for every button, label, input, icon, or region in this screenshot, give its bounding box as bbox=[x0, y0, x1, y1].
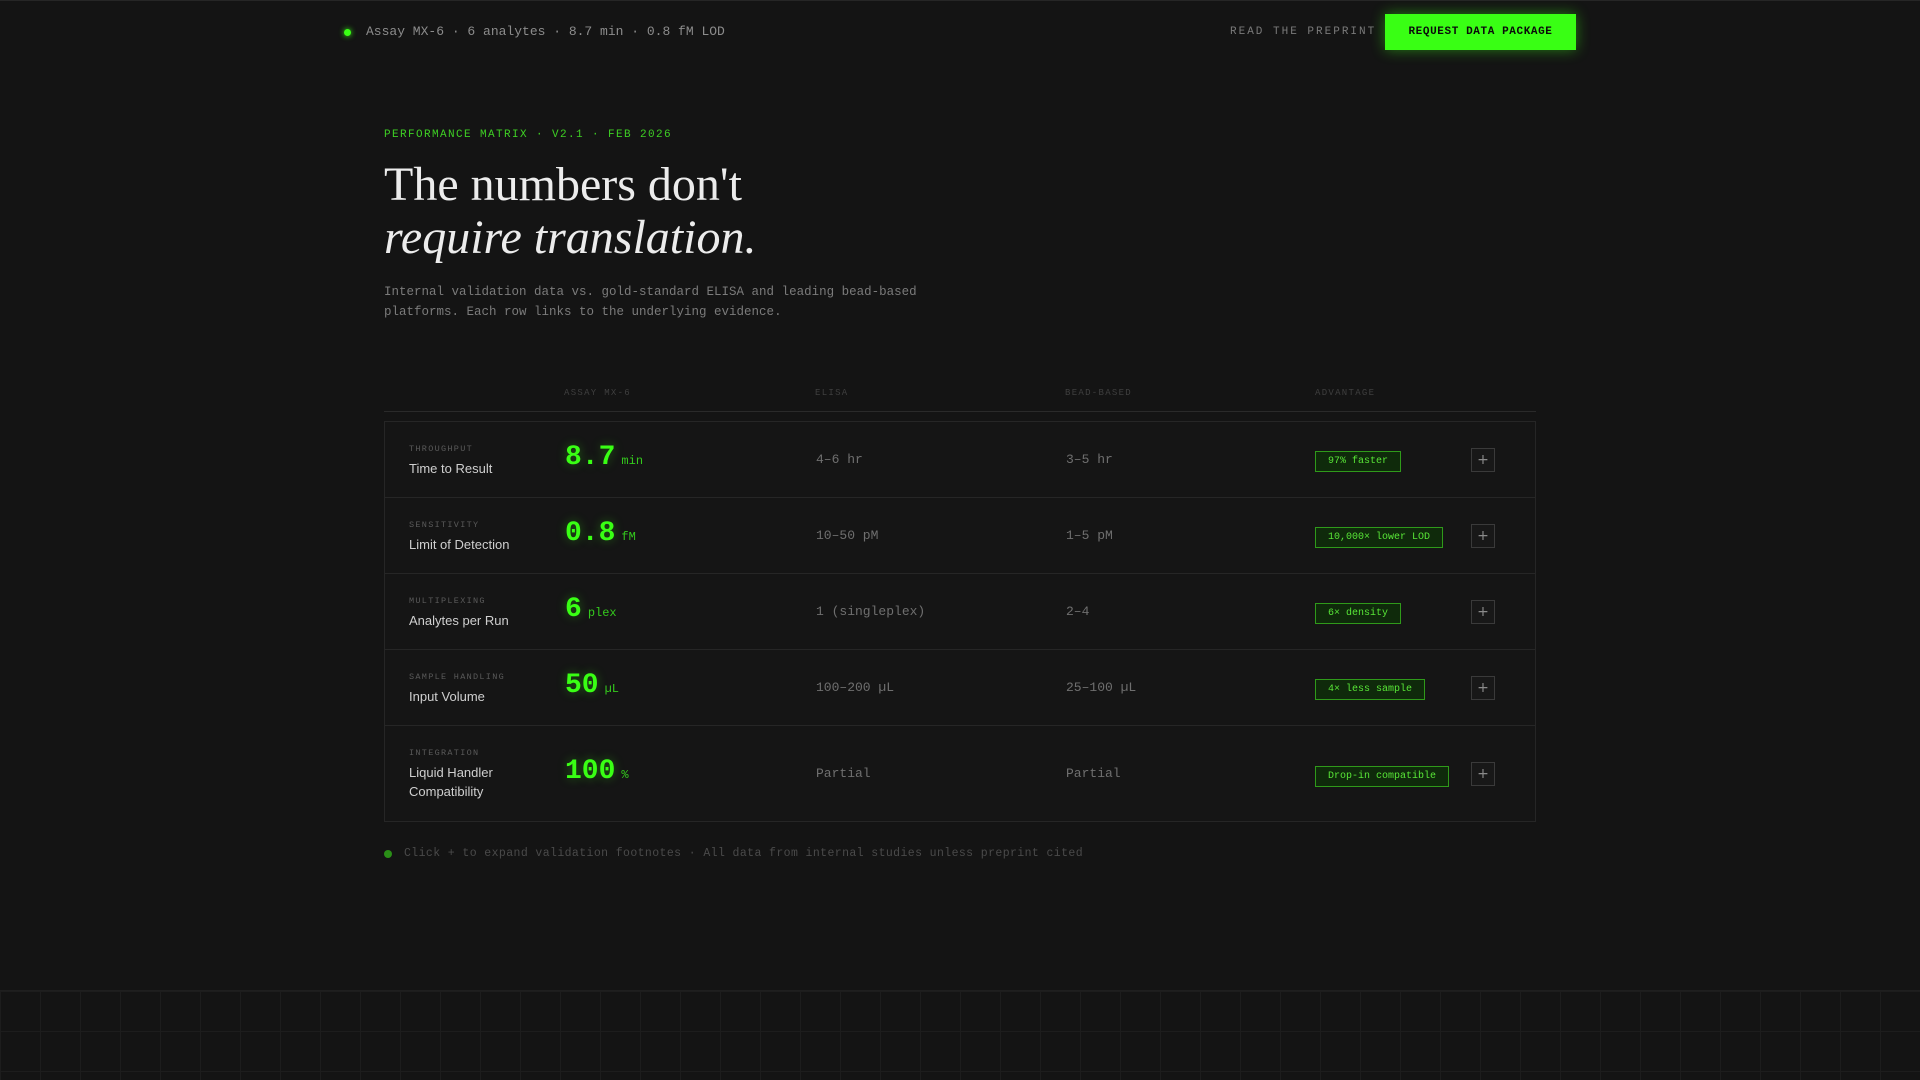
headline-line-2: require translation. bbox=[384, 211, 757, 264]
assay-value-number: 8.7 bbox=[565, 442, 616, 473]
headline-line-1: The numbers don't bbox=[384, 158, 742, 211]
elisa-value: 4–6 hr bbox=[816, 452, 863, 467]
assay-value-unit: plex bbox=[587, 606, 617, 620]
expand-row-button[interactable]: + bbox=[1471, 524, 1495, 548]
assay-value: 0.8 fM bbox=[565, 518, 636, 549]
bead-based-value: 1–5 pM bbox=[1066, 528, 1113, 543]
assay-value-number: 100 bbox=[565, 756, 616, 787]
hero-subcopy: Internal validation data vs. gold-standa… bbox=[384, 285, 917, 319]
column-header-assay: ASSAY MX-6 bbox=[564, 388, 632, 398]
advantage-badge: 10,000× lower LOD bbox=[1315, 527, 1444, 548]
assay-value-unit: min bbox=[621, 454, 644, 468]
column-header-advantage: ADVANTAGE bbox=[1315, 388, 1376, 398]
table-row: SENSITIVITY Limit of Detection 0.8 fM 10… bbox=[385, 498, 1535, 574]
decorative-grid bbox=[0, 990, 1920, 1080]
expand-row-button[interactable]: + bbox=[1471, 448, 1495, 472]
footnote-text: Click + to expand validation footnotes ·… bbox=[404, 847, 1084, 860]
table-row: MULTIPLEXING Analytes per Run 6 plex 1 (… bbox=[385, 574, 1535, 650]
table-footnote: Click + to expand validation footnotes ·… bbox=[384, 847, 1083, 860]
table-row: THROUGHPUT Time to Result 8.7 min 4–6 hr… bbox=[385, 422, 1535, 498]
bead-based-value: 25–100 µL bbox=[1066, 680, 1137, 695]
row-category: SAMPLE HANDLING bbox=[409, 672, 506, 682]
row-metric: Time to Result bbox=[409, 461, 493, 476]
assay-value-number: 6 bbox=[565, 594, 582, 625]
bead-based-value: 3–5 hr bbox=[1066, 452, 1113, 467]
elisa-value: Partial bbox=[816, 766, 871, 781]
row-metric: Input Volume bbox=[409, 689, 485, 704]
assay-value: 50 µL bbox=[565, 670, 619, 701]
expand-row-button[interactable]: + bbox=[1471, 676, 1495, 700]
row-category: THROUGHPUT bbox=[409, 444, 474, 454]
advantage-badge: 4× less sample bbox=[1315, 679, 1426, 700]
top-bar: Assay MX-6 · 6 analytes · 8.7 min · 0.8 … bbox=[0, 0, 1920, 62]
request-data-package-button[interactable]: REQUEST DATA PACKAGE bbox=[1385, 14, 1576, 50]
elisa-value: 1 (singleplex) bbox=[816, 604, 926, 619]
table-row: INTEGRATION Liquid Handler Compatibility… bbox=[385, 726, 1535, 821]
eyebrow-label: PERFORMANCE MATRIX · V2.1 · FEB 2026 bbox=[384, 129, 673, 141]
assay-value-unit: µL bbox=[604, 682, 620, 696]
row-metric: Limit of Detection bbox=[409, 537, 510, 552]
footnote-dot-icon bbox=[384, 849, 392, 858]
bead-based-value: 2–4 bbox=[1066, 604, 1090, 619]
performance-table: THROUGHPUT Time to Result 8.7 min 4–6 hr… bbox=[384, 421, 1536, 822]
row-category: MULTIPLEXING bbox=[409, 596, 486, 606]
assay-status-summary: Assay MX-6 · 6 analytes · 8.7 min · 0.8 … bbox=[366, 24, 725, 39]
assay-value: 6 plex bbox=[565, 594, 617, 625]
row-category: INTEGRATION bbox=[409, 748, 480, 758]
assay-value-number: 0.8 bbox=[565, 518, 616, 549]
row-category: SENSITIVITY bbox=[409, 520, 480, 530]
assay-value-number: 50 bbox=[565, 670, 599, 701]
column-header-elisa: ELISA bbox=[815, 388, 849, 398]
bead-based-value: Partial bbox=[1066, 766, 1121, 781]
status-dot-icon bbox=[344, 29, 351, 36]
advantage-badge: Drop-in compatible bbox=[1315, 766, 1450, 787]
elisa-value: 10–50 pM bbox=[816, 528, 879, 543]
assay-value-unit: fM bbox=[621, 530, 636, 544]
advantage-badge: 97% faster bbox=[1315, 451, 1402, 472]
table-row: SAMPLE HANDLING Input Volume 50 µL 100–2… bbox=[385, 650, 1535, 726]
table-header: ASSAY MX-6 ELISA BEAD-BASED ADVANTAGE bbox=[384, 372, 1536, 412]
page-headline: The numbers don't require translation. bbox=[384, 158, 1184, 264]
advantage-badge: 6× density bbox=[1315, 603, 1402, 624]
assay-value: 8.7 min bbox=[565, 442, 643, 473]
row-metric: Liquid Handler Compatibility bbox=[409, 765, 493, 799]
expand-row-button[interactable]: + bbox=[1471, 600, 1495, 624]
row-metric: Analytes per Run bbox=[409, 613, 509, 628]
read-preprint-link[interactable]: READ THE PREPRINT bbox=[1230, 26, 1376, 38]
column-header-bead-based: BEAD-BASED bbox=[1065, 388, 1133, 398]
elisa-value: 100–200 µL bbox=[816, 680, 895, 695]
assay-value-unit: % bbox=[621, 768, 629, 782]
assay-value: 100 % bbox=[565, 756, 629, 787]
expand-row-button[interactable]: + bbox=[1471, 762, 1495, 786]
